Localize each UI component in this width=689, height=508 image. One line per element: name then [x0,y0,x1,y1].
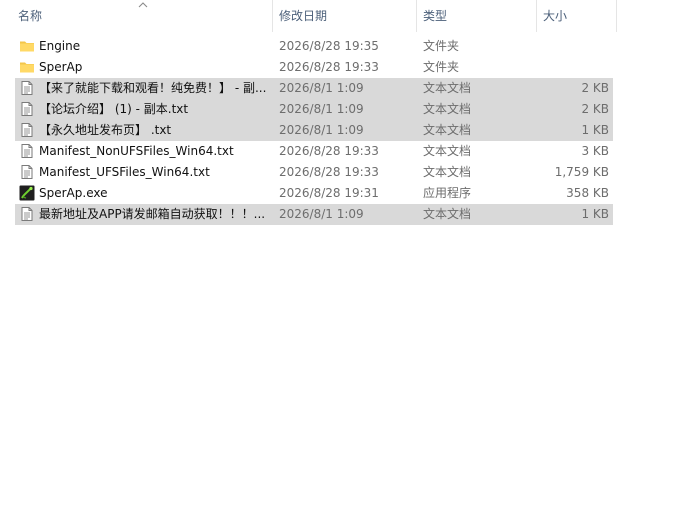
folder-icon [19,38,35,54]
application-icon [19,185,35,201]
file-type: 文本文档 [423,207,472,221]
file-name: Engine [39,39,81,53]
file-row[interactable]: 【论坛介绍】 (1) - 副本.txt 2026/8/1 1:09 文本文档 2 KB [15,99,613,120]
file-type: 文本文档 [423,123,472,137]
file-modified-date: 2026/8/28 19:33 [279,165,379,179]
file-size: 358 KB [566,186,609,200]
file-type: 文本文档 [423,102,472,116]
file-modified-date: 2026/8/28 19:35 [279,39,379,53]
file-row[interactable]: 【来了就能下载和观看！纯免费！】 - 副... 2026/8/1 1:09 文本文档… [15,78,613,99]
file-type: 应用程序 [423,186,472,200]
file-row[interactable]: SperAp.exe 2026/8/28 19:31 应用程序 358 KB [15,183,613,204]
file-name: 【来了就能下载和观看！纯免费！】 - 副... [39,81,267,95]
column-header-bar: 名称 修改日期 类型 大小 [0,0,689,32]
file-row[interactable]: SperAp 2026/8/28 19:33 文件夹 [15,57,613,78]
file-name: 【永久地址发布页】 .txt [39,123,172,137]
file-row[interactable]: Manifest_NonUFSFiles_Win64.txt 2026/8/28 … [15,141,613,162]
text-file-icon [19,101,35,117]
file-modified-date: 2026/8/28 19:33 [279,60,379,74]
file-modified-date: 2026/8/28 19:33 [279,144,379,158]
file-row[interactable]: Manifest_UFSFiles_Win64.txt 2026/8/28 19:… [15,162,613,183]
text-file-icon [19,122,35,138]
file-size: 3 KB [581,144,609,158]
file-type: 文本文档 [423,144,472,158]
file-row[interactable]: Engine 2026/8/28 19:35 文件夹 [15,36,613,57]
text-file-icon [19,206,35,222]
file-modified-date: 2026/8/1 1:09 [279,81,364,95]
text-file-icon [19,164,35,180]
file-name: Manifest_UFSFiles_Win64.txt [39,165,210,179]
folder-icon [19,59,35,75]
file-size: 1 KB [581,123,609,137]
column-header-type[interactable]: 类型 [417,0,537,32]
file-name: Manifest_NonUFSFiles_Win64.txt [39,144,234,158]
text-file-icon [19,143,35,159]
file-size: 1,759 KB [554,165,609,179]
file-name: SperAp.exe [39,186,108,200]
column-header-size[interactable]: 大小 [537,0,617,32]
column-header-name[interactable]: 名称 [12,0,273,32]
file-row[interactable]: 最新地址及APP请发邮箱自动获取！！！... 2026/8/1 1:09 文本文档 1… [15,204,613,225]
file-name: 【论坛介绍】 (1) - 副本.txt [39,102,189,116]
column-header-date[interactable]: 修改日期 [273,0,417,32]
text-file-icon [19,80,35,96]
file-type: 文件夹 [423,60,460,74]
file-type: 文件夹 [423,39,460,53]
file-modified-date: 2026/8/1 1:09 [279,123,364,137]
file-type: 文本文档 [423,165,472,179]
file-modified-date: 2026/8/1 1:09 [279,102,364,116]
file-name: 最新地址及APP请发邮箱自动获取！！！... [39,207,266,221]
file-name: SperAp [39,60,83,74]
file-size [537,57,609,78]
file-size: 2 KB [581,102,609,116]
file-modified-date: 2026/8/1 1:09 [279,207,364,221]
file-size [537,36,609,57]
file-type: 文本文档 [423,81,472,95]
file-modified-date: 2026/8/28 19:31 [279,186,379,200]
file-row[interactable]: 【永久地址发布页】 .txt 2026/8/1 1:09 文本文档 1 KB [15,120,613,141]
file-size: 1 KB [581,207,609,221]
file-size: 2 KB [581,81,609,95]
